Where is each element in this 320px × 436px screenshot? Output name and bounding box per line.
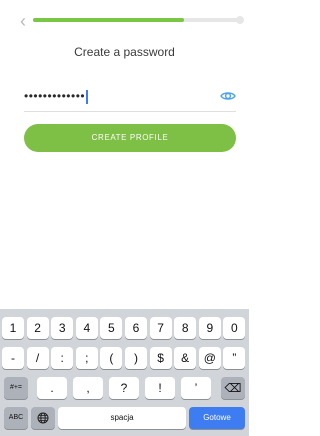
keyboard-row-symbols: - /:;() $ & @” xyxy=(0,347,249,371)
key-symbol-7[interactable]: & xyxy=(174,347,197,369)
key-punct-3[interactable]: ! xyxy=(145,377,175,399)
progress-end-dot xyxy=(236,16,244,24)
key-abc[interactable]: ABC xyxy=(4,407,28,429)
key-number-7[interactable]: 8 xyxy=(174,317,197,339)
keyboard-row-bottom: ABC spacja Gotowe xyxy=(0,407,249,431)
key-symbol-3[interactable]: ; xyxy=(75,347,98,369)
done-key[interactable]: Gotowe xyxy=(189,407,245,429)
delete-icon: ⌫ xyxy=(224,381,242,395)
key-number-5[interactable]: 6 xyxy=(125,317,147,339)
key-symbol-1[interactable]: / xyxy=(26,347,49,369)
key-symbol-6[interactable]: $ xyxy=(149,347,172,369)
key-number-4[interactable]: 5 xyxy=(100,317,123,339)
delete-key[interactable]: ⌫ xyxy=(221,377,245,399)
key-number-3[interactable]: 4 xyxy=(75,317,98,339)
progress-track xyxy=(33,18,243,22)
key-punct-4[interactable]: ’ xyxy=(181,377,211,399)
password-value: ••••••••••••• xyxy=(24,89,86,103)
key-number-0[interactable]: 1 xyxy=(2,317,24,339)
password-underline xyxy=(24,111,236,112)
key-number-8[interactable]: 9 xyxy=(198,317,221,339)
key-symbol-0[interactable]: - xyxy=(2,347,24,369)
progress-fill xyxy=(33,18,185,22)
eye-icon[interactable] xyxy=(220,88,236,104)
key-punct-0[interactable]: . xyxy=(37,377,67,399)
key-punct-1[interactable]: , xyxy=(73,377,103,399)
key-punct-2[interactable]: ? xyxy=(109,377,139,399)
password-input[interactable]: ••••••••••••• xyxy=(24,85,89,107)
globe-key[interactable] xyxy=(31,407,55,429)
keyboard-row-punctuation: #+= .,?! ’ ⌫ xyxy=(0,377,249,401)
key-symbol-4[interactable]: ( xyxy=(100,347,123,369)
key-symbol-8[interactable]: @ xyxy=(198,347,221,369)
keyboard-row-numbers: 1234567890 xyxy=(0,317,249,341)
top-bar: ‹ xyxy=(0,0,249,40)
key-more-symbols[interactable]: #+= xyxy=(4,377,28,399)
key-symbol-5[interactable]: ) xyxy=(125,347,147,369)
key-number-9[interactable]: 0 xyxy=(223,317,246,339)
key-symbol-9[interactable]: ” xyxy=(223,347,246,369)
page-title: Create a password xyxy=(74,45,175,59)
key-number-1[interactable]: 2 xyxy=(26,317,49,339)
back-icon[interactable]: ‹ xyxy=(13,11,33,31)
keyboard: 1234567890 - /:;() $ & @” #+= .,?! ’ ⌫ ABC sp… xyxy=(0,309,249,436)
password-row: ••••••••••••• xyxy=(24,85,236,107)
key-symbol-2[interactable]: : xyxy=(51,347,74,369)
key-number-2[interactable]: 3 xyxy=(51,317,74,339)
globe-icon xyxy=(37,412,49,424)
create-profile-button[interactable]: CREATE PROFILE xyxy=(24,124,236,152)
key-number-6[interactable]: 7 xyxy=(149,317,172,339)
text-caret xyxy=(86,89,89,104)
space-key[interactable]: spacja xyxy=(58,407,186,429)
